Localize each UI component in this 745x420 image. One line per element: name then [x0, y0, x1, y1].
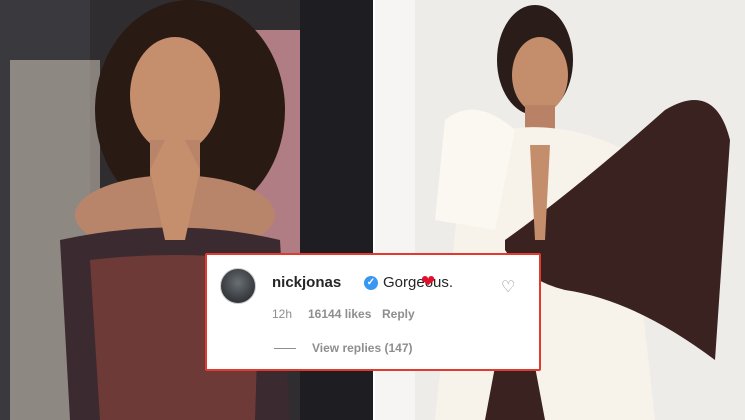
reply-button[interactable]: Reply: [382, 307, 415, 321]
replies-divider: [274, 348, 296, 349]
red-heart-emoji: ❤: [421, 272, 436, 291]
comment-username[interactable]: nickjonas: [272, 274, 341, 291]
view-replies-link[interactable]: View replies (147): [312, 341, 413, 355]
user-avatar[interactable]: [220, 268, 256, 304]
verified-badge-icon: ✓: [364, 276, 378, 290]
comment-text: Gorgeous.: [383, 274, 454, 291]
instagram-comment-card: nickjonas ✓ Gorgeous. ❤ ♡ 12h 16144 like…: [205, 253, 541, 371]
heart-outline-icon[interactable]: ♡: [501, 280, 515, 296]
comment-time: 12h: [272, 307, 293, 321]
comment-likes[interactable]: 16144 likes: [308, 307, 371, 321]
